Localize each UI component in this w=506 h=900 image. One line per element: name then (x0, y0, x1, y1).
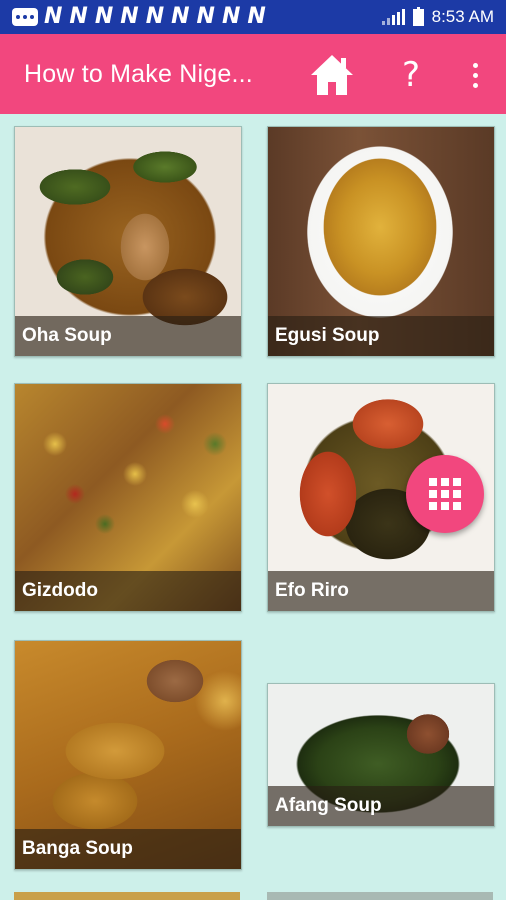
signal-icon (381, 9, 405, 25)
recipe-card-partial[interactable] (267, 892, 493, 900)
status-bar: N N N N N N N N N 8:53 AM (0, 0, 506, 34)
home-button[interactable] (308, 52, 356, 98)
notification-icon: N (221, 4, 242, 29)
notification-icon: N (44, 4, 64, 29)
recipe-card-egusi-soup[interactable]: Egusi Soup (267, 126, 495, 357)
recipe-title: Banga Soup (15, 829, 241, 869)
recipe-card-banga-soup[interactable]: Banga Soup (14, 640, 242, 870)
recipe-card-afang-soup[interactable]: Afang Soup (267, 683, 495, 827)
recipe-title: Oha Soup (15, 316, 241, 356)
notification-icon: N (94, 4, 115, 29)
app-title: How to Make Nige... (24, 60, 253, 88)
recipe-card-oha-soup[interactable]: Oha Soup (14, 126, 242, 357)
home-icon (311, 55, 353, 95)
system-icons: 8:53 AM (381, 0, 494, 34)
recipe-title: Gizdodo (15, 571, 241, 611)
recipe-title: Egusi Soup (268, 316, 494, 356)
notification-icon: N (69, 4, 89, 29)
recipe-title: Efo Riro (268, 571, 494, 611)
clock: 8:53 AM (431, 7, 494, 26)
recipe-card-partial[interactable] (14, 892, 240, 900)
recipe-title: Afang Soup (268, 786, 494, 826)
apps-grid-icon (429, 478, 461, 510)
more-vert-icon[interactable] (466, 58, 484, 94)
app-bar: How to Make Nige... ? (0, 34, 506, 114)
notification-icon: N (247, 4, 267, 29)
notification-icon: N (120, 4, 140, 29)
notification-area: N N N N N N N N N (0, 6, 267, 28)
message-icon (12, 8, 38, 26)
notification-icon: N (145, 4, 166, 29)
apps-grid-button[interactable] (406, 455, 484, 533)
help-button[interactable]: ? (396, 52, 426, 98)
battery-icon (412, 6, 424, 26)
recipe-card-gizdodo[interactable]: Gizdodo (14, 383, 242, 612)
notification-icon: N (196, 4, 216, 29)
notification-icon: N (171, 4, 191, 29)
